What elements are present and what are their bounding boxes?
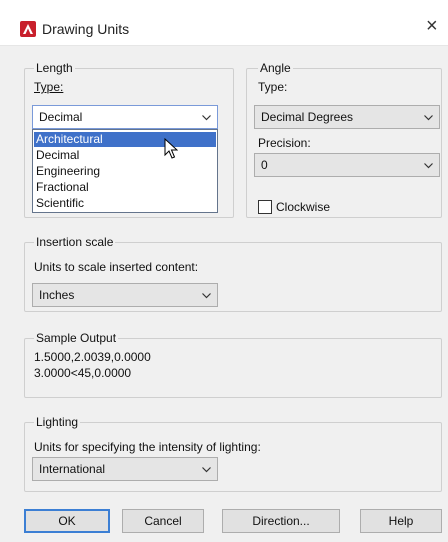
list-item[interactable]: Scientific (34, 196, 216, 211)
chevron-down-icon (424, 163, 433, 169)
angle-precision-label: Precision: (258, 136, 311, 150)
clockwise-label[interactable]: Clockwise (276, 200, 330, 214)
length-type-dropdown-list[interactable]: Architectural Decimal Engineering Fracti… (32, 129, 218, 213)
close-icon[interactable]: × (426, 16, 438, 36)
cancel-button[interactable]: Cancel (122, 509, 204, 533)
list-item[interactable]: Architectural (34, 132, 216, 147)
length-type-label: Type: (34, 80, 64, 94)
sample-output-line1: 1.5000,2.0039,0.0000 (34, 350, 151, 364)
list-item[interactable]: Decimal (34, 148, 216, 163)
lighting-units-value: International (39, 462, 106, 476)
mouse-cursor-icon (164, 138, 178, 159)
angle-type-label: Type: (258, 80, 288, 94)
lighting-units-combo[interactable]: International (32, 457, 218, 481)
list-item[interactable]: Engineering (34, 164, 216, 179)
list-item[interactable]: Fractional (34, 180, 216, 195)
ok-button[interactable]: OK (24, 509, 110, 533)
lighting-units-label: Units for specifying the intensity of li… (34, 440, 261, 454)
app-icon (20, 21, 36, 37)
help-button[interactable]: Help (360, 509, 442, 533)
length-type-value: Decimal (39, 110, 83, 124)
window-title: Drawing Units (42, 21, 130, 37)
lighting-label: Lighting (34, 415, 81, 429)
length-type-combo[interactable]: Decimal (32, 105, 218, 129)
chevron-down-icon (202, 467, 211, 473)
chevron-down-icon (424, 115, 433, 121)
insertion-units-value: Inches (39, 288, 75, 302)
direction-button[interactable]: Direction... (222, 509, 340, 533)
length-group-label: Length (34, 61, 75, 75)
clockwise-checkbox[interactable] (258, 200, 272, 214)
angle-type-combo[interactable]: Decimal Degrees (254, 105, 440, 129)
angle-group-label: Angle (258, 61, 293, 75)
chevron-down-icon (202, 115, 211, 121)
insertion-units-combo[interactable]: Inches (32, 283, 218, 307)
title-bar[interactable]: Drawing Units × (0, 0, 448, 46)
sample-output-label: Sample Output (34, 331, 119, 345)
angle-precision-combo[interactable]: 0 (254, 153, 440, 177)
chevron-down-icon (202, 293, 211, 299)
sample-output-line2: 3.0000<45,0.0000 (34, 366, 132, 380)
insertion-units-label: Units to scale inserted content: (34, 260, 199, 274)
angle-precision-value: 0 (261, 158, 268, 172)
angle-type-value: Decimal Degrees (261, 110, 354, 124)
insertion-scale-label: Insertion scale (34, 235, 116, 249)
